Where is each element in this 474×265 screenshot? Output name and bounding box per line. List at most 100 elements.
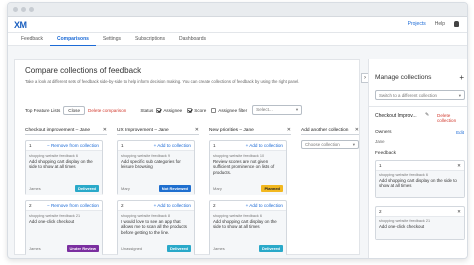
card-text: Add shopping cart display on the side to… <box>29 159 93 170</box>
card-author: James <box>29 186 41 191</box>
add-to-collection-button[interactable]: + Add to collection <box>246 203 283 208</box>
column-title: Checkout improvement – Jane <box>25 127 91 133</box>
feedback-card: 2 + Add to collection shopping website fe… <box>117 200 195 255</box>
card-text: Add one-click checkout <box>379 224 425 229</box>
status-badge: Delivered <box>258 245 283 252</box>
page-title: Compare collections of feedback <box>25 66 142 75</box>
switch-collection-select[interactable]: Switch to a different collection ▾ <box>375 90 465 100</box>
feedback-card: 1 + Add to collection shopping website fe… <box>209 140 287 195</box>
status-badge: Delivered <box>74 185 99 192</box>
close-icon[interactable]: ✕ <box>195 127 199 133</box>
status-label: Status <box>140 107 154 113</box>
feedback-card: 1 − Remove from collection shopping websi… <box>25 140 103 195</box>
owners-label: Owners <box>375 130 392 135</box>
chevron-down-icon: ▾ <box>458 93 461 98</box>
chevron-down-icon: ▾ <box>295 107 299 112</box>
card-text: Add one-click checkout <box>29 219 75 224</box>
card-source: shopping website feedback 6 <box>29 154 78 158</box>
top-nav-right: Projects Help <box>408 21 459 27</box>
card-source: shopping website feedback 21 <box>29 214 81 218</box>
tab-bar: Feedback Comparisons Settings Subscripti… <box>8 33 467 46</box>
projects-link[interactable]: Projects <box>408 21 426 27</box>
chevron-down-icon: ▾ <box>352 141 355 147</box>
tab-feedback[interactable]: Feedback <box>14 33 50 46</box>
column-title: New priorities – Jane <box>209 127 254 133</box>
add-to-collection-button[interactable]: + Add to collection <box>246 143 283 148</box>
assignee-label: Assignee <box>163 107 183 113</box>
add-collection-column: Add another collection ✕ Choose collecti… <box>301 127 359 149</box>
window-dot-3 <box>29 7 34 12</box>
card-author: Mary <box>213 186 222 191</box>
help-link[interactable]: Help <box>435 21 445 27</box>
tab-comparisons[interactable]: Comparisons <box>49 33 96 46</box>
window-dot-2 <box>21 7 26 12</box>
tab-dashboards[interactable]: Dashboards <box>172 33 213 46</box>
feedback-card: 2 − Remove from collection shopping websi… <box>25 200 103 255</box>
column-header: UX Improvement – Jane ✕ <box>117 127 199 135</box>
close-icon[interactable]: ✕ <box>103 127 107 133</box>
card-number: 2 <box>379 209 382 214</box>
window-dot-1 <box>13 7 18 12</box>
add-to-collection-button[interactable]: + Add to collection <box>154 203 191 208</box>
column-header: Add another collection ✕ <box>301 127 359 135</box>
close-icon[interactable]: ✕ <box>355 127 359 133</box>
delete-collection-link[interactable]: Delete collection <box>437 113 467 123</box>
card-text: Review scores are not given sufficient p… <box>213 159 275 175</box>
card-number: 1 <box>121 143 124 148</box>
select-placeholder: Select... <box>256 107 273 112</box>
panel-title: Manage collections <box>375 74 432 81</box>
remove-from-collection-button[interactable]: − Remove from collection <box>47 143 99 148</box>
close-icon[interactable]: ✕ <box>287 127 291 133</box>
assignee-filter-checkbox[interactable] <box>211 107 217 113</box>
card-text: Add shopping cart display on the side to… <box>379 178 457 189</box>
assignee-checkbox[interactable] <box>156 107 162 113</box>
remove-from-collection-button[interactable]: − Remove from collection <box>47 203 99 208</box>
column-header: New priorities – Jane ✕ <box>209 127 291 135</box>
collection-feedback-card: 2 ✕ shopping website feedback 21 Add one-… <box>375 206 465 240</box>
comparison-panel: Compare collections of feedback Take a l… <box>14 59 360 255</box>
tab-subscriptions[interactable]: Subscriptions <box>128 33 172 46</box>
add-to-collection-button[interactable]: + Add to collection <box>154 143 191 148</box>
score-checkbox[interactable] <box>187 107 193 113</box>
divider <box>369 106 467 107</box>
app-logo[interactable]: XM <box>14 20 27 30</box>
card-author: Unassigned <box>121 246 143 251</box>
collection-feedback-card: 1 ✕ shopping website feedback 6 Add shopp… <box>375 160 465 198</box>
card-text: Add shopping cart display on the side to… <box>213 219 277 230</box>
close-icon[interactable]: ✕ <box>457 163 461 169</box>
add-collection-icon[interactable]: + <box>459 73 464 82</box>
card-author: Mary <box>121 186 130 191</box>
card-source: shopping website feedback 10 <box>213 154 265 158</box>
tab-settings[interactable]: Settings <box>96 33 128 46</box>
user-icon[interactable] <box>454 21 459 27</box>
card-text: I would love to see an app that allows m… <box>121 219 187 235</box>
choose-collection-select[interactable]: Choose collection ▾ <box>301 140 359 149</box>
column-header: Checkout improvement – Jane ✕ <box>25 127 107 135</box>
manage-collections-panel: Manage collections + Switch to a differe… <box>368 59 467 258</box>
top-nav: XM Projects Help <box>8 17 467 33</box>
card-author: James <box>213 246 225 251</box>
score-label: Score <box>194 107 207 113</box>
status-badge: Delivered <box>166 245 191 252</box>
card-text: Add specific sub categories for leisure … <box>121 159 181 170</box>
card-number: 1 <box>379 163 382 168</box>
feedback-card: 1 + Add to collection shopping website fe… <box>117 140 195 195</box>
comparison-toolbar: Top Feature Lists Close Delete compariso… <box>25 104 355 116</box>
column-title: UX Improvement – Jane <box>117 127 169 133</box>
card-number: 2 <box>213 203 216 208</box>
card-source: shopping website feedback 6 <box>379 173 428 177</box>
card-source: shopping website feedback 6 <box>213 214 262 218</box>
edit-owners-link[interactable]: Edit <box>456 130 464 135</box>
close-button[interactable]: Close <box>63 105 85 115</box>
assignee-filter-select[interactable]: Select... ▾ <box>252 105 303 115</box>
window-chrome <box>8 3 467 17</box>
owner-value: Jane <box>375 139 385 144</box>
delete-comparison-link[interactable]: Delete comparison <box>88 108 126 113</box>
switch-collection-placeholder: Switch to a different collection <box>379 93 438 98</box>
feedback-card: 2 + Add to collection shopping website fe… <box>209 200 287 255</box>
card-author: James <box>29 246 41 251</box>
close-icon[interactable]: ✕ <box>457 209 461 215</box>
card-number: 2 <box>121 203 124 208</box>
edit-name-icon[interactable]: ✎ <box>425 112 429 118</box>
card-number: 1 <box>213 143 216 148</box>
